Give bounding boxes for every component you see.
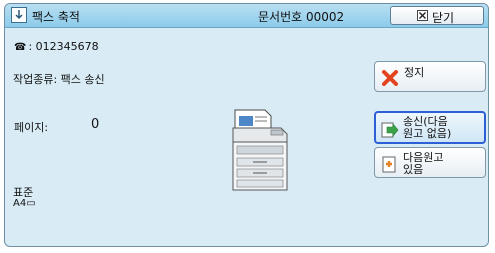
pages-label: 페이지: bbox=[14, 121, 49, 134]
close-button[interactable]: 닫기 bbox=[390, 6, 484, 25]
close-button-label: 닫기 bbox=[432, 11, 455, 25]
next-original-button[interactable]: 다음원고 있음 bbox=[374, 147, 486, 178]
paper-size: A4▭ bbox=[13, 198, 36, 209]
stop-icon bbox=[381, 70, 399, 90]
close-icon bbox=[417, 10, 428, 21]
pages-count: 0 bbox=[91, 117, 100, 132]
fax-number-row: ☎: 012345678 bbox=[14, 40, 99, 53]
document-down-icon bbox=[11, 7, 27, 23]
page-title: 팩스 축적 bbox=[32, 10, 80, 24]
next-button-label-line1: 다음원고 bbox=[403, 151, 444, 164]
add-original-icon bbox=[380, 156, 398, 177]
send-button-label-line1: 송신(다음 bbox=[403, 115, 448, 128]
send-no-next-original-button[interactable]: 송신(다음 원고 없음) bbox=[374, 111, 486, 144]
job-type: 작업종류: 팩스 송신 bbox=[13, 73, 105, 86]
send-arrow-icon bbox=[381, 122, 399, 142]
stop-button[interactable]: 정지 bbox=[374, 61, 486, 92]
fax-storage-panel: 팩스 축적 문서번호 00002 닫기 ☎: 012345678 작업종류: 팩… bbox=[4, 3, 489, 247]
document-number: 문서번호 00002 bbox=[258, 10, 345, 24]
phone-icon: ☎ bbox=[14, 42, 27, 53]
stop-button-label: 정지 bbox=[404, 66, 425, 79]
multifunction-printer-illustration bbox=[231, 108, 289, 196]
send-button-label-line2: 원고 없음) bbox=[403, 127, 452, 140]
title-bar: 팩스 축적 문서번호 00002 닫기 bbox=[5, 4, 488, 28]
next-button-label-line2: 있음 bbox=[403, 163, 424, 176]
fax-number: : 012345678 bbox=[28, 40, 99, 53]
